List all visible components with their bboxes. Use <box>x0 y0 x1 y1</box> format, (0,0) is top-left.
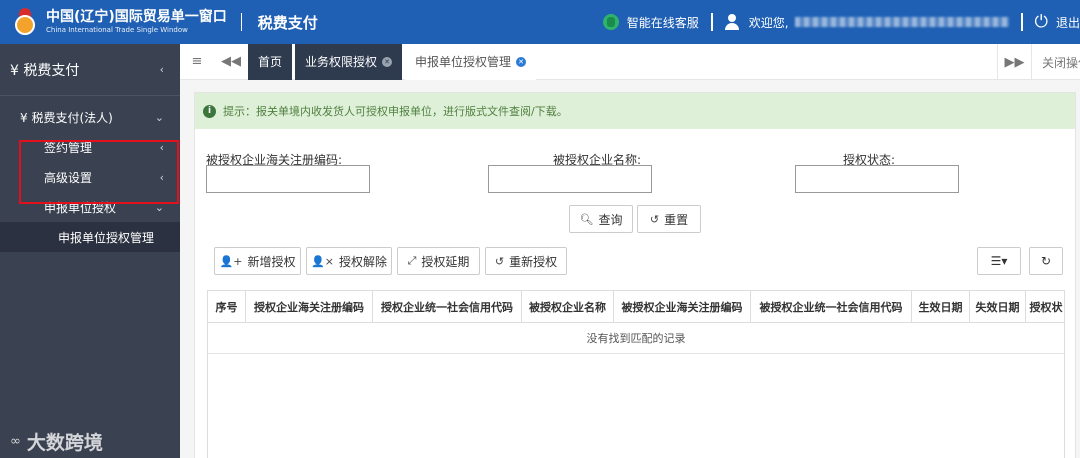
extend-authorization-button[interactable]: ⤢ 授权延期 <box>397 247 480 275</box>
welcome-label: 欢迎您, <box>748 15 789 30</box>
tab-label: 申报单位授权管理 <box>415 55 512 69</box>
column-header[interactable]: 序号 <box>208 291 246 323</box>
brand[interactable]: 中国(辽宁)国际贸易单一窗口 China International Trade… <box>46 9 227 35</box>
watermark-logo-icon: ∞ <box>10 434 21 449</box>
refresh-icon: ↻ <box>1040 254 1052 268</box>
logout-label: 退出 <box>1055 15 1080 30</box>
header-separator <box>1020 13 1023 31</box>
user-info[interactable]: 欢迎您, <box>724 14 1009 31</box>
tip-alert: i 提示：报关单境内收发货人可授权申报单位，进行版式文件查阅/下载。 <box>195 93 1075 129</box>
customer-service-link[interactable]: 智能在线客服 <box>602 14 699 31</box>
column-header[interactable]: 被授权企业名称 <box>522 291 614 323</box>
sidebar-subitem-label: 申报单位授权管理 <box>58 230 155 245</box>
tab-declarant-authorization-management[interactable]: 申报单位授权管理 ✕ <box>405 43 537 80</box>
sidebar: ¥ 税费支付 ‹ ¥ 税费支付(法人) ⌄ 签约管理 ‹ 高级设置 ‹ 申报单位… <box>0 44 180 458</box>
column-header[interactable]: 生效日期 <box>912 291 970 323</box>
reauthorize-label: 重新授权 <box>509 254 558 269</box>
module-title: 税费支付 <box>257 13 318 32</box>
scroll-right-icon[interactable]: ▶▶ <box>998 44 1032 80</box>
auth-status-select[interactable] <box>795 165 959 193</box>
power-icon: ⏻ <box>1034 11 1048 32</box>
sidebar-item-label: 高级设置 <box>44 170 93 185</box>
sidebar-module-label: ¥ 税费支付 <box>10 62 80 79</box>
empty-message: 没有找到匹配的记录 <box>586 332 686 345</box>
search-button[interactable]: 🔍︎ 查询 <box>569 205 633 233</box>
reauthorize-button[interactable]: ↺ 重新授权 <box>485 247 567 275</box>
table-empty-row: 没有找到匹配的记录 <box>208 323 1064 354</box>
column-toggle-button[interactable]: ☰▾ <box>977 247 1021 275</box>
sidebar-subitem-declarant-authorization-management[interactable]: 申报单位授权管理 <box>0 222 180 252</box>
redacted-user-name <box>794 17 1009 27</box>
column-header[interactable]: 被授权企业海关注册编码 <box>614 291 751 323</box>
column-header[interactable]: 授权企业统一社会信用代码 <box>373 291 522 323</box>
column-header[interactable]: 授权状 <box>1026 291 1064 323</box>
menu-toggle-icon[interactable]: ≡ <box>180 44 214 80</box>
chevron-down-icon: ⌄ <box>154 110 164 124</box>
watermark: ∞ 大数跨境 <box>10 428 103 455</box>
add-authorization-button[interactable]: 👤+ 新增授权 <box>214 247 301 275</box>
refresh-icon: ↺ <box>494 254 505 268</box>
customs-code-input[interactable] <box>206 165 370 193</box>
tab-business-permission[interactable]: 业务权限授权 ✕ <box>295 43 403 80</box>
search-button-label: 查询 <box>598 212 623 227</box>
reset-button-label: 重置 <box>664 212 689 227</box>
brand-title: 中国(辽宁)国际贸易单一窗口 <box>46 9 227 25</box>
info-icon: i <box>203 104 216 118</box>
customs-logo-icon <box>10 7 40 37</box>
table-header-row: 序号 授权企业海关注册编码 授权企业统一社会信用代码 被授权企业名称 被授权企业… <box>208 291 1064 323</box>
sidebar-item-label: 签约管理 <box>44 140 93 155</box>
tab-label: 业务权限授权 <box>305 55 378 69</box>
add-user-icon: 👤+ <box>219 254 243 268</box>
chevron-left-icon: ‹ <box>159 140 164 154</box>
enterprise-name-input[interactable] <box>488 165 652 193</box>
sidebar-group-label: ¥ 税费支付(法人) <box>20 110 113 125</box>
column-header[interactable]: 授权企业海关注册编码 <box>246 291 373 323</box>
reset-icon: ↺ <box>649 212 660 226</box>
list-icon: ☰▾ <box>990 254 1008 268</box>
watermark-text: 大数跨境 <box>26 432 103 454</box>
brand-subtitle: China International Trade Single Window <box>46 26 188 34</box>
logout-button[interactable]: ⏻ 退出 <box>1034 11 1080 32</box>
column-header[interactable]: 被授权企业统一社会信用代码 <box>751 291 912 323</box>
reset-button[interactable]: ↺ 重置 <box>637 205 701 233</box>
sidebar-item-declarant-authorization[interactable]: 申报单位授权 ⌄ <box>0 192 180 222</box>
column-header[interactable]: 失效日期 <box>970 291 1026 323</box>
authorization-table: 序号 授权企业海关注册编码 授权企业统一社会信用代码 被授权企业名称 被授权企业… <box>207 290 1065 458</box>
customer-service-icon <box>602 14 619 30</box>
add-authorization-label: 新增授权 <box>247 254 296 269</box>
remove-user-icon: 👤× <box>311 254 334 268</box>
chevron-down-icon: ⌄ <box>154 200 164 214</box>
extend-authorization-label: 授权延期 <box>421 254 470 269</box>
search-icon: 🔍︎ <box>579 212 594 226</box>
top-header: 中国(辽宁)国际贸易单一窗口 China International Trade… <box>0 0 1080 44</box>
chevron-left-icon: ‹ <box>159 170 164 184</box>
revoke-authorization-label: 授权解除 <box>338 254 387 269</box>
tab-home[interactable]: 首页 <box>248 43 293 80</box>
tip-text: 提示：报关单境内收发货人可授权申报单位，进行版式文件查阅/下载。 <box>223 105 568 118</box>
user-icon <box>724 14 739 30</box>
chevron-left-icon: ‹ <box>159 63 164 76</box>
scroll-left-icon[interactable]: ◀◀ <box>214 44 248 80</box>
sidebar-item-label: 申报单位授权 <box>44 200 117 215</box>
refresh-button[interactable]: ↻ <box>1029 247 1063 275</box>
close-icon[interactable]: ✕ <box>516 56 527 67</box>
tab-label: 首页 <box>258 55 283 69</box>
tab-bar: ≡ ◀◀ 首页 业务权限授权 ✕ 申报单位授权管理 ✕ ▶▶ 关闭操作 <box>180 43 1080 80</box>
expand-icon: ⤢ <box>407 254 417 267</box>
close-icon[interactable]: ✕ <box>382 56 393 67</box>
main-content: i 提示：报关单境内收发货人可授权申报单位，进行版式文件查阅/下载。 被授权企业… <box>194 92 1076 458</box>
sidebar-group-tax-payment-legal[interactable]: ¥ 税费支付(法人) ⌄ <box>0 102 180 132</box>
sidebar-item-advanced-settings[interactable]: 高级设置 ‹ <box>0 162 180 192</box>
customer-service-label: 智能在线客服 <box>626 15 699 30</box>
close-operations-menu[interactable]: 关闭操作 <box>1032 54 1080 71</box>
header-separator <box>710 13 713 31</box>
sidebar-module-header[interactable]: ¥ 税费支付 ‹ <box>0 44 180 96</box>
header-divider <box>240 13 242 31</box>
sidebar-item-contract-management[interactable]: 签约管理 ‹ <box>0 132 180 162</box>
revoke-authorization-button[interactable]: 👤× 授权解除 <box>306 247 392 275</box>
